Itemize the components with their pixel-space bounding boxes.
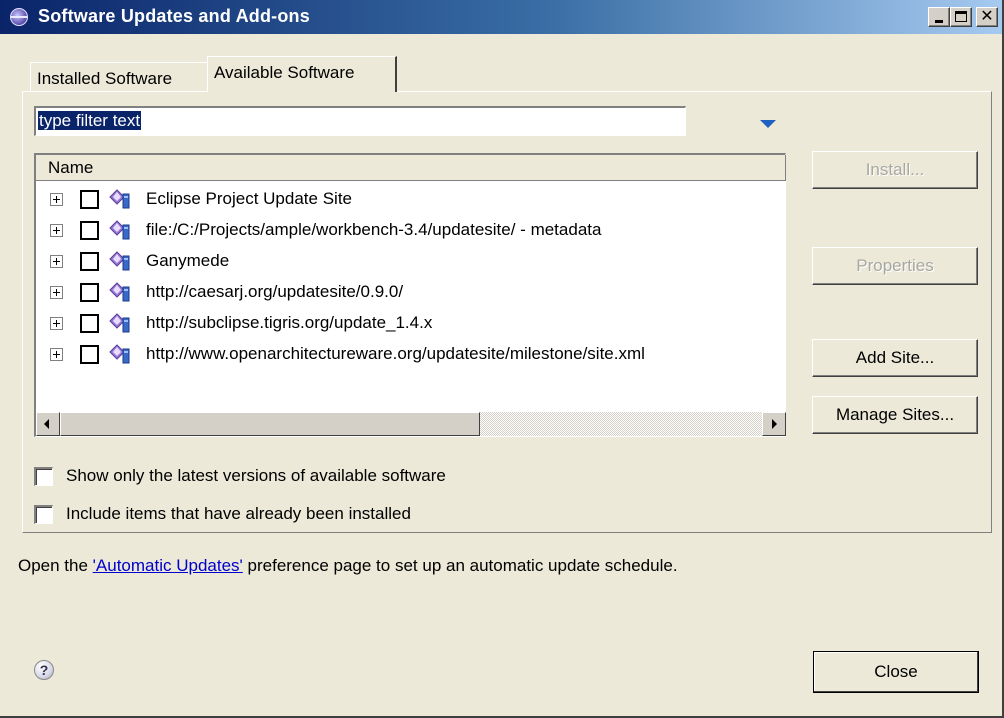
window-title: Software Updates and Add-ons [38, 6, 310, 26]
row-checkbox[interactable] [80, 314, 99, 333]
row-label: Ganymede [146, 251, 230, 270]
tree-row[interactable]: http://www.openarchitectureware.org/upda… [36, 340, 786, 371]
hint-suffix: preference page to set up an automatic u… [242, 556, 678, 575]
automatic-updates-link[interactable]: 'Automatic Updates' [93, 556, 243, 575]
manage-sites-button[interactable]: Manage Sites... [812, 396, 978, 434]
expand-icon[interactable] [50, 224, 63, 237]
tree-row[interactable]: Eclipse Project Update Site [36, 185, 786, 216]
arrow-right-icon [772, 419, 777, 429]
row-label: http://caesarj.org/updatesite/0.9.0/ [146, 282, 404, 301]
install-button[interactable]: Install... [812, 151, 978, 189]
properties-button[interactable]: Properties [812, 247, 978, 285]
show-latest-versions-label: Show only the latest versions of availab… [66, 466, 446, 485]
update-site-icon [109, 282, 130, 302]
expand-icon[interactable] [50, 193, 63, 206]
update-site-icon [109, 313, 130, 333]
close-window-button[interactable]: ✕ [976, 7, 998, 27]
automatic-updates-hint: Open the 'Automatic Updates' preference … [18, 556, 678, 576]
row-checkbox[interactable] [80, 345, 99, 364]
title-bar[interactable]: Software Updates and Add-ons ✕ [0, 0, 1002, 34]
expand-icon[interactable] [50, 348, 63, 361]
show-latest-versions-checkbox[interactable] [34, 467, 53, 486]
row-checkbox[interactable] [80, 221, 99, 240]
close-button[interactable]: Close [813, 651, 979, 693]
tree-rows: Eclipse Project Update Site file:/C:/Pro… [36, 185, 786, 371]
maximize-button[interactable] [950, 7, 972, 27]
row-checkbox[interactable] [80, 252, 99, 271]
tab-installed-software[interactable]: Installed Software [30, 62, 208, 92]
tree-row[interactable]: Ganymede [36, 247, 786, 278]
row-label: http://www.openarchitectureware.org/upda… [146, 344, 645, 363]
close-icon: ✕ [980, 8, 994, 25]
row-checkbox[interactable] [80, 190, 99, 209]
update-site-icon [109, 251, 130, 271]
scroll-right-button[interactable] [762, 412, 786, 436]
hint-prefix: Open the [18, 556, 93, 575]
help-icon[interactable]: ? [34, 660, 54, 680]
update-site-icon [109, 344, 130, 364]
row-label: Eclipse Project Update Site [146, 189, 352, 208]
maximize-icon [955, 11, 967, 22]
include-installed-label: Include items that have already been ins… [66, 504, 411, 523]
include-installed-checkbox[interactable] [34, 505, 53, 524]
filter-input[interactable]: type filter text [34, 106, 686, 136]
tree-row[interactable]: file:/C:/Projects/ample/workbench-3.4/up… [36, 216, 786, 247]
filter-input-text: type filter text [38, 111, 142, 130]
scrollbar-thumb[interactable] [60, 412, 480, 436]
minimize-icon [935, 20, 943, 23]
expand-icon[interactable] [50, 255, 63, 268]
filter-menu-dropdown-icon[interactable] [760, 120, 776, 128]
scroll-left-button[interactable] [36, 412, 60, 436]
update-site-icon [109, 220, 130, 240]
row-checkbox[interactable] [80, 283, 99, 302]
row-label: http://subclipse.tigris.org/update_1.4.x [146, 313, 433, 332]
update-site-icon [109, 189, 130, 209]
available-software-tree[interactable]: Name Eclipse Project Update Site file:/C… [34, 153, 786, 437]
add-site-button[interactable]: Add Site... [812, 339, 978, 377]
tree-row[interactable]: http://caesarj.org/updatesite/0.9.0/ [36, 278, 786, 309]
expand-icon[interactable] [50, 286, 63, 299]
tab-available-software[interactable]: Available Software [207, 56, 397, 92]
column-header-name[interactable]: Name [36, 155, 786, 181]
arrow-left-icon [44, 419, 49, 429]
eclipse-icon [10, 8, 28, 26]
tree-row[interactable]: http://subclipse.tigris.org/update_1.4.x [36, 309, 786, 340]
expand-icon[interactable] [50, 317, 63, 330]
software-updates-dialog: Software Updates and Add-ons ✕ Installed… [0, 0, 1004, 718]
row-label: file:/C:/Projects/ample/workbench-3.4/up… [146, 220, 602, 239]
horizontal-scrollbar[interactable] [36, 412, 786, 436]
minimize-button[interactable] [928, 7, 950, 27]
